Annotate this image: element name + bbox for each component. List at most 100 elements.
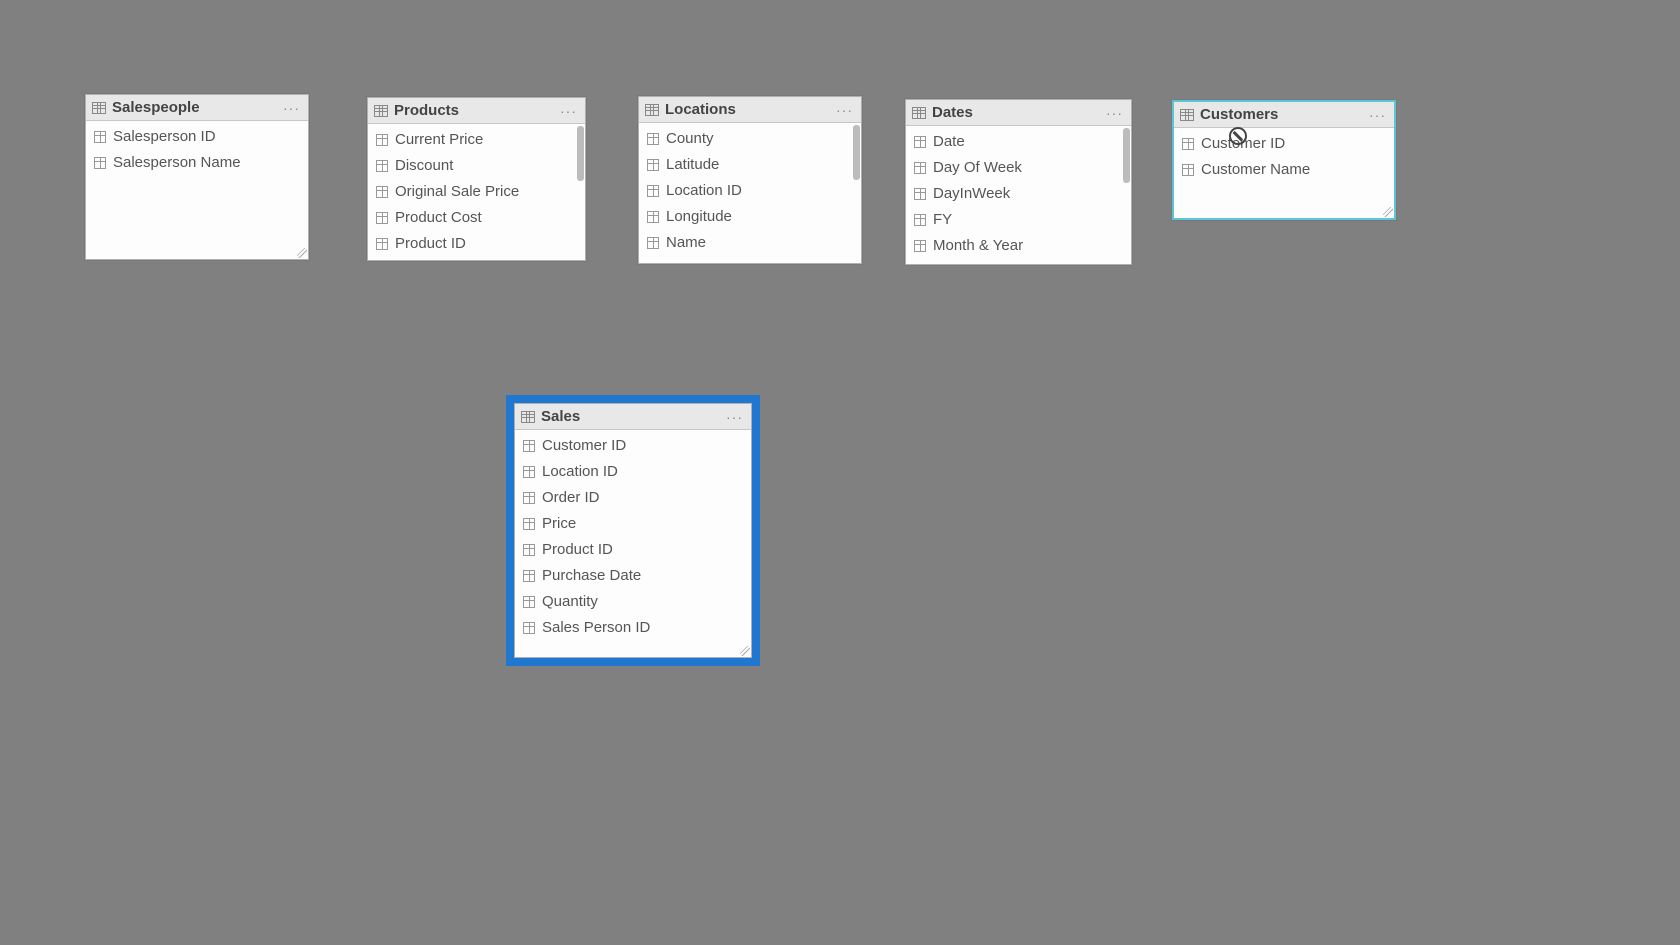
- field-name: Purchase Date: [542, 565, 641, 587]
- field-name: County: [666, 128, 714, 150]
- column-icon: [523, 440, 535, 452]
- column-icon: [647, 159, 659, 171]
- field-row[interactable]: Product ID: [515, 537, 751, 563]
- field-name: Salesperson Name: [113, 152, 241, 174]
- resize-grip[interactable]: [740, 646, 750, 656]
- field-row[interactable]: Latitude: [639, 152, 861, 178]
- table-menu-button[interactable]: ···: [834, 102, 855, 118]
- column-icon: [914, 162, 926, 174]
- table-menu-button[interactable]: ···: [1367, 107, 1388, 123]
- table-salespeople[interactable]: Salespeople ··· Salesperson ID Salespers…: [85, 94, 309, 260]
- table-title: Dates: [932, 104, 1104, 121]
- field-row[interactable]: Month & Year: [906, 233, 1131, 259]
- scrollbar[interactable]: [853, 125, 860, 180]
- scrollbar[interactable]: [577, 126, 584, 181]
- field-name: Quantity: [542, 591, 598, 613]
- table-locations[interactable]: Locations ··· County Latitude Location I…: [638, 96, 862, 264]
- field-name: Customer ID: [542, 435, 626, 457]
- column-icon: [523, 466, 535, 478]
- column-icon: [647, 237, 659, 249]
- field-row[interactable]: Salesperson ID: [86, 124, 308, 150]
- table-customers[interactable]: Customers ··· Customer ID Customer Name: [1172, 100, 1396, 220]
- table-body: Customer ID Location ID Order ID Price P…: [515, 430, 751, 657]
- field-row[interactable]: Day Of Week: [906, 155, 1131, 181]
- field-row[interactable]: Discount: [368, 153, 585, 179]
- field-name: Customer Name: [1201, 159, 1310, 181]
- field-row[interactable]: Quantity: [515, 589, 751, 615]
- column-icon: [94, 131, 106, 143]
- column-icon: [523, 518, 535, 530]
- scrollbar[interactable]: [1123, 128, 1130, 183]
- field-row[interactable]: Longitude: [639, 204, 861, 230]
- column-icon: [914, 188, 926, 200]
- field-name: Product Cost: [395, 207, 482, 229]
- field-name: Sales Person ID: [542, 617, 650, 639]
- field-row[interactable]: Location ID: [515, 459, 751, 485]
- field-row[interactable]: FY: [906, 207, 1131, 233]
- table-body: Current Price Discount Original Sale Pri…: [368, 124, 585, 260]
- field-row[interactable]: Order ID: [515, 485, 751, 511]
- field-row[interactable]: Customer ID: [1174, 131, 1394, 157]
- field-row[interactable]: Name: [639, 230, 861, 256]
- table-title: Products: [394, 102, 558, 119]
- table-body: Date Day Of Week DayInWeek FY Month & Ye…: [906, 126, 1131, 264]
- table-products[interactable]: Products ··· Current Price Discount Orig…: [367, 97, 586, 261]
- field-row[interactable]: Customer ID: [515, 433, 751, 459]
- table-menu-button[interactable]: ···: [281, 100, 302, 116]
- field-name: Date: [933, 131, 965, 153]
- table-header[interactable]: Salespeople ···: [86, 95, 308, 121]
- table-header[interactable]: Dates ···: [906, 100, 1131, 126]
- field-name: Salesperson ID: [113, 126, 216, 148]
- column-icon: [376, 134, 388, 146]
- field-row[interactable]: Customer Name: [1174, 157, 1394, 183]
- table-title: Locations: [665, 101, 834, 118]
- column-icon: [523, 622, 535, 634]
- column-icon: [376, 212, 388, 224]
- table-dates[interactable]: Dates ··· Date Day Of Week DayInWeek FY …: [905, 99, 1132, 265]
- table-header[interactable]: Customers ···: [1174, 102, 1394, 128]
- column-icon: [376, 160, 388, 172]
- column-icon: [1182, 164, 1194, 176]
- table-menu-button[interactable]: ···: [1104, 105, 1125, 121]
- field-row[interactable]: Product Cost: [368, 205, 585, 231]
- field-name: DayInWeek: [933, 183, 1010, 205]
- table-title: Sales: [541, 408, 724, 425]
- field-name: Product ID: [542, 539, 613, 561]
- field-row[interactable]: Date: [906, 129, 1131, 155]
- field-row[interactable]: Location ID: [639, 178, 861, 204]
- field-row[interactable]: Purchase Date: [515, 563, 751, 589]
- field-row[interactable]: Original Sale Price: [368, 179, 585, 205]
- table-icon: [1180, 109, 1194, 121]
- table-icon: [521, 411, 535, 423]
- table-header[interactable]: Locations ···: [639, 97, 861, 123]
- resize-grip[interactable]: [297, 248, 307, 258]
- column-icon: [523, 544, 535, 556]
- column-icon: [914, 240, 926, 252]
- table-sales[interactable]: Sales ··· Customer ID Location ID Order …: [514, 403, 752, 658]
- field-name: Customer ID: [1201, 133, 1285, 155]
- field-row[interactable]: Price: [515, 511, 751, 537]
- table-body: County Latitude Location ID Longitude Na…: [639, 123, 861, 263]
- field-name: Product ID: [395, 233, 466, 255]
- table-icon: [92, 102, 106, 114]
- table-body: Customer ID Customer Name: [1174, 128, 1394, 218]
- field-name: Location ID: [666, 180, 742, 202]
- column-icon: [647, 133, 659, 145]
- field-name: Original Sale Price: [395, 181, 519, 203]
- column-icon: [523, 492, 535, 504]
- model-canvas[interactable]: Salespeople ··· Salesperson ID Salespers…: [0, 0, 1680, 945]
- table-header[interactable]: Products ···: [368, 98, 585, 124]
- column-icon: [523, 570, 535, 582]
- table-menu-button[interactable]: ···: [558, 103, 579, 119]
- table-menu-button[interactable]: ···: [724, 409, 745, 425]
- field-row[interactable]: DayInWeek: [906, 181, 1131, 207]
- table-header[interactable]: Sales ···: [515, 404, 751, 430]
- column-icon: [647, 211, 659, 223]
- field-row[interactable]: Current Price: [368, 127, 585, 153]
- field-row[interactable]: County: [639, 126, 861, 152]
- field-row[interactable]: Sales Person ID: [515, 615, 751, 641]
- resize-grip[interactable]: [1383, 207, 1393, 217]
- field-name: Location ID: [542, 461, 618, 483]
- field-row[interactable]: Salesperson Name: [86, 150, 308, 176]
- field-row[interactable]: Product ID: [368, 231, 585, 257]
